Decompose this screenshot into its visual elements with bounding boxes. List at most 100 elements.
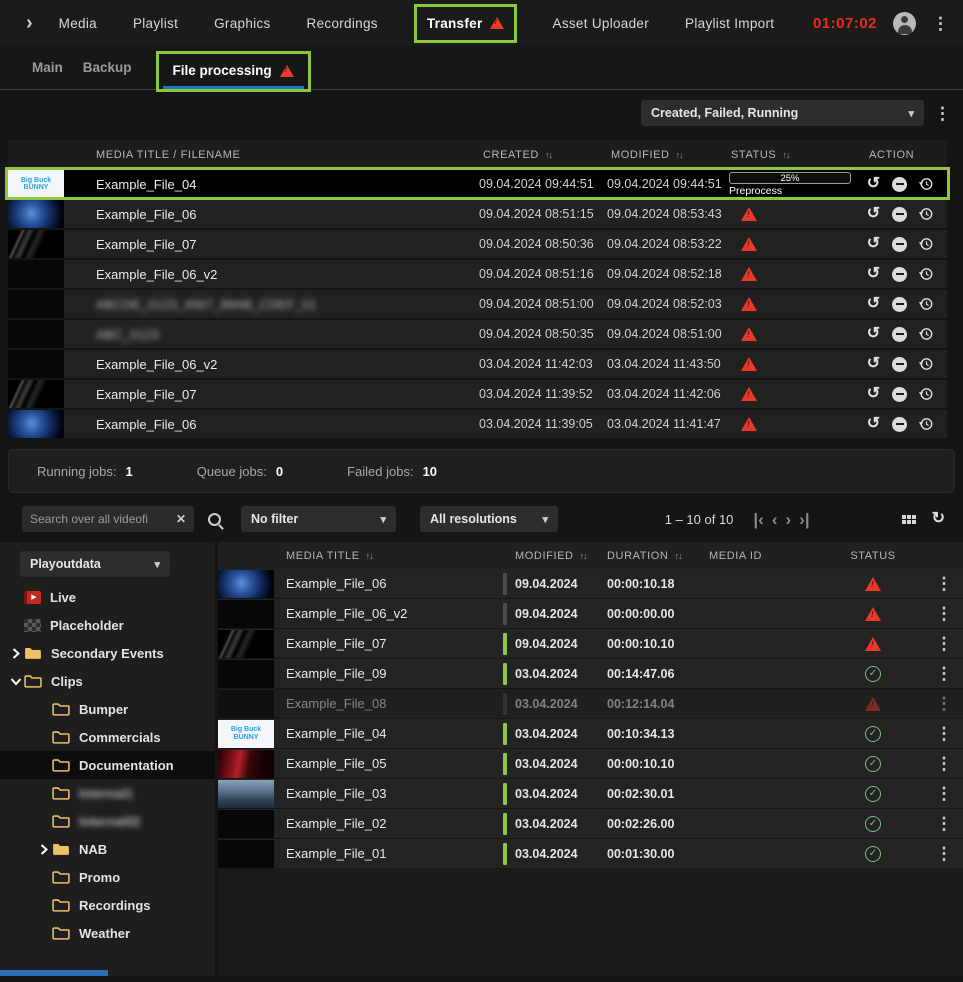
- media-row[interactable]: Example_File_06_v2 09.04.2024 00:00:00.0…: [218, 599, 963, 629]
- transfer-row[interactable]: Example_File_06 09.04.2024 08:51:15 09.0…: [8, 200, 947, 230]
- last-page-icon[interactable]: ›|: [797, 511, 811, 528]
- nav-media[interactable]: Media: [59, 16, 97, 31]
- transfer-row[interactable]: Example_File_06_v2 03.04.2024 11:42:03 0…: [8, 350, 947, 380]
- cancel-icon[interactable]: [891, 386, 908, 403]
- row-kebab-menu[interactable]: ⋮: [925, 785, 963, 802]
- cancel-icon[interactable]: [891, 416, 908, 433]
- tab-main[interactable]: Main: [22, 60, 73, 89]
- transfer-row[interactable]: Big BuckBUNNY Example_File_04 09.04.2024…: [8, 170, 947, 200]
- media-row[interactable]: Example_File_02 03.04.2024 00:02:26.00 ✓…: [218, 809, 963, 839]
- row-kebab-menu[interactable]: ⋮: [925, 755, 963, 772]
- row-kebab-menu[interactable]: ⋮: [925, 815, 963, 832]
- cancel-icon[interactable]: [891, 356, 908, 373]
- tree-item-promo[interactable]: Promo: [0, 863, 215, 891]
- transfer-row[interactable]: Example_File_07 03.04.2024 11:39:52 03.0…: [8, 380, 947, 410]
- tab-backup[interactable]: Backup: [73, 60, 142, 89]
- media-row[interactable]: Example_File_09 03.04.2024 00:14:47.06 ✓…: [218, 659, 963, 689]
- tree-item-placeholder[interactable]: Placeholder: [0, 611, 215, 639]
- tree-item-internal02[interactable]: Internal02: [0, 807, 215, 835]
- cancel-icon[interactable]: [891, 296, 908, 313]
- retry-icon[interactable]: ↺: [865, 386, 882, 403]
- transfer-row[interactable]: Example_File_06_v2 09.04.2024 08:51:16 0…: [8, 260, 947, 290]
- user-avatar[interactable]: [893, 12, 916, 35]
- tab-file-processing[interactable]: File processing: [163, 61, 304, 89]
- row-kebab-menu[interactable]: ⋮: [925, 575, 963, 592]
- search-input[interactable]: [30, 512, 172, 526]
- tree-item-live[interactable]: ▶Live: [0, 583, 215, 611]
- history-icon[interactable]: [917, 326, 934, 343]
- resolution-select[interactable]: All resolutions ▾: [420, 506, 558, 532]
- filter-kebab-menu[interactable]: ⋮: [934, 105, 951, 122]
- first-page-icon[interactable]: |‹: [751, 511, 765, 528]
- cancel-icon[interactable]: [891, 206, 908, 223]
- root-select[interactable]: Playoutdata ▾: [20, 551, 170, 577]
- sort-icon[interactable]: ↑↓: [580, 551, 587, 561]
- media-row[interactable]: Example_File_06 09.04.2024 00:00:10.18 ⋮: [218, 569, 963, 599]
- retry-icon[interactable]: ↺: [865, 266, 882, 283]
- tree-item-bumper[interactable]: Bumper: [0, 695, 215, 723]
- transfer-row[interactable]: ABCDE_0123_4567_89AB_CDEF_01 09.04.2024 …: [8, 290, 947, 320]
- tree-item-weather[interactable]: Weather: [0, 919, 215, 947]
- sort-icon[interactable]: ↑↓: [676, 150, 683, 160]
- tree-item-clips[interactable]: Clips: [0, 667, 215, 695]
- next-page-icon[interactable]: ›: [784, 511, 794, 528]
- history-icon[interactable]: [917, 236, 934, 253]
- history-icon[interactable]: [917, 356, 934, 373]
- tree-item-recordings[interactable]: Recordings: [0, 891, 215, 919]
- nav-asset-uploader[interactable]: Asset Uploader: [553, 16, 650, 31]
- retry-icon[interactable]: ↺: [865, 206, 882, 223]
- retry-icon[interactable]: ↺: [865, 416, 882, 433]
- media-row[interactable]: Example_File_07 09.04.2024 00:00:10.10 ⋮: [218, 629, 963, 659]
- cancel-icon[interactable]: [891, 236, 908, 253]
- filter-select[interactable]: No filter ▾: [241, 506, 396, 532]
- history-icon[interactable]: [917, 296, 934, 313]
- history-icon[interactable]: [917, 176, 934, 193]
- nav-playlist-import[interactable]: Playlist Import: [685, 16, 774, 31]
- retry-icon[interactable]: ↺: [865, 356, 882, 373]
- prev-page-icon[interactable]: ‹: [770, 511, 780, 528]
- nav-transfer[interactable]: Transfer: [427, 16, 504, 31]
- sort-icon[interactable]: ↑↓: [366, 551, 373, 561]
- transfer-row[interactable]: Example_File_06 03.04.2024 11:39:05 03.0…: [8, 410, 947, 440]
- sort-icon[interactable]: ↑↓: [674, 551, 681, 561]
- cancel-icon[interactable]: [891, 266, 908, 283]
- chevron-down-icon[interactable]: [8, 676, 24, 687]
- nav-kebab-menu[interactable]: ⋮: [932, 15, 949, 32]
- horizontal-scrollbar[interactable]: [0, 970, 108, 976]
- tree-item-documentation[interactable]: Documentation: [0, 751, 215, 779]
- history-icon[interactable]: [917, 266, 934, 283]
- retry-icon[interactable]: ↺: [865, 296, 882, 313]
- refresh-icon[interactable]: ↻: [932, 511, 945, 527]
- nav-recordings[interactable]: Recordings: [307, 16, 378, 31]
- tree-item-secondary-events[interactable]: Secondary Events: [0, 639, 215, 667]
- retry-icon[interactable]: ↺: [865, 176, 882, 193]
- cancel-icon[interactable]: [891, 326, 908, 343]
- transfer-row[interactable]: ABC_0123 09.04.2024 08:50:35 09.04.2024 …: [8, 320, 947, 350]
- status-filter-select[interactable]: Created, Failed, Running ▾: [641, 100, 924, 126]
- nav-graphics[interactable]: Graphics: [214, 16, 270, 31]
- row-kebab-menu[interactable]: ⋮: [925, 845, 963, 862]
- retry-icon[interactable]: ↺: [865, 326, 882, 343]
- row-kebab-menu[interactable]: ⋮: [925, 665, 963, 682]
- transfer-row[interactable]: Example_File_07 09.04.2024 08:50:36 09.0…: [8, 230, 947, 260]
- history-icon[interactable]: [917, 206, 934, 223]
- sort-icon[interactable]: ↑↓: [782, 150, 789, 160]
- media-row[interactable]: Example_File_08 03.04.2024 00:12:14.04 ⋮: [218, 689, 963, 719]
- expand-sidebar-icon[interactable]: ›: [26, 12, 33, 35]
- row-kebab-menu[interactable]: ⋮: [925, 695, 963, 712]
- media-row[interactable]: Big BuckBUNNY Example_File_04 03.04.2024…: [218, 719, 963, 749]
- history-icon[interactable]: [917, 386, 934, 403]
- row-kebab-menu[interactable]: ⋮: [925, 635, 963, 652]
- history-icon[interactable]: [917, 416, 934, 433]
- media-row[interactable]: Example_File_01 03.04.2024 00:01:30.00 ✓…: [218, 839, 963, 869]
- tree-item-internal1[interactable]: Internal1: [0, 779, 215, 807]
- tree-item-nab[interactable]: NAB: [0, 835, 215, 863]
- media-row[interactable]: Example_File_03 03.04.2024 00:02:30.01 ✓…: [218, 779, 963, 809]
- tree-item-commercials[interactable]: Commercials: [0, 723, 215, 751]
- chevron-right-icon[interactable]: [8, 648, 24, 659]
- sort-icon[interactable]: ↑↓: [545, 150, 552, 160]
- clear-search-icon[interactable]: ✕: [176, 512, 186, 526]
- nav-playlist[interactable]: Playlist: [133, 16, 178, 31]
- cancel-icon[interactable]: [891, 176, 908, 193]
- media-row[interactable]: Example_File_05 03.04.2024 00:00:10.10 ✓…: [218, 749, 963, 779]
